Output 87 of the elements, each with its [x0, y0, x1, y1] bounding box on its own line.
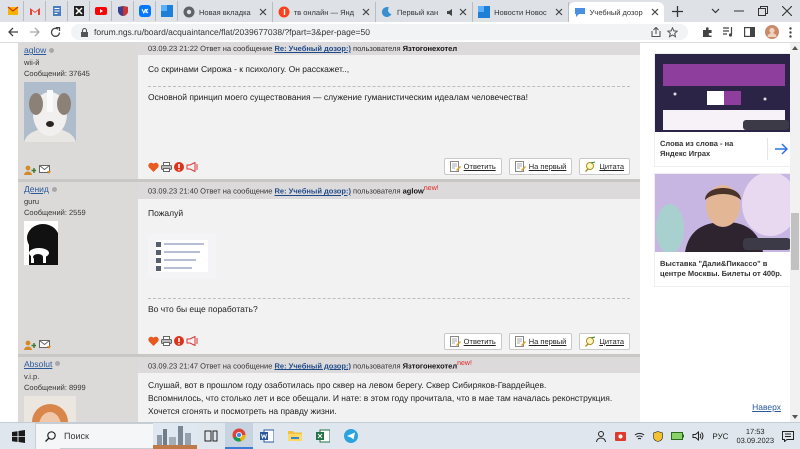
envelope-icon [6, 5, 18, 17]
circle-icon [278, 6, 290, 18]
close-icon[interactable] [362, 8, 370, 16]
notification-icon[interactable] [782, 430, 794, 442]
puzzle-icon[interactable] [702, 26, 713, 38]
speaker-icon[interactable] [692, 431, 704, 441]
browser-icon [183, 6, 195, 18]
document-icon [514, 336, 526, 346]
tile-icon [478, 6, 490, 18]
scrollbar-thumb[interactable] [791, 213, 799, 270]
envelope-icon [28, 5, 40, 17]
minimize-icon[interactable] [734, 10, 744, 12]
close-icon[interactable] [459, 8, 468, 16]
scrollbar[interactable] [790, 43, 800, 422]
close-icon[interactable] [554, 8, 563, 16]
language-indicator[interactable]: РУС [712, 432, 728, 440]
post-text: Пожалуй [148, 206, 184, 220]
back-to-top-link[interactable]: Наверх [752, 402, 781, 412]
tile-icon [138, 5, 150, 17]
star-icon[interactable] [667, 26, 678, 38]
megaphone-icon[interactable] [186, 162, 198, 172]
person-icon[interactable] [596, 430, 608, 442]
magnifier-icon [585, 161, 596, 172]
document-icon [450, 161, 461, 172]
plus-icon[interactable] [672, 6, 683, 17]
avatar-icon[interactable] [765, 25, 779, 39]
document-icon [514, 161, 526, 172]
wifi-icon[interactable] [634, 432, 646, 440]
tile-icon [160, 5, 172, 17]
battery-icon[interactable] [671, 432, 684, 440]
post-text: Со скринами Сирожа - к психологу. Он расскажет.., [148, 63, 350, 76]
magnifier-icon [585, 336, 596, 346]
close-icon[interactable] [650, 8, 659, 16]
alert-icon[interactable] [174, 162, 184, 172]
task-view-icon [204, 429, 218, 443]
mail-icon[interactable] [39, 165, 52, 175]
signature-text: Основной принцип моего существования — служение гуманистическим идеалам человечества! [148, 91, 529, 104]
alert-icon[interactable] [174, 336, 184, 346]
media-icon[interactable] [723, 27, 734, 37]
username-link[interactable]: Absolut [24, 358, 52, 368]
post-text: Слушай, вот в прошлом году озаботилась про сквер на левом берегу. Сквер Сибиряков-Гвардейцев. [148, 379, 548, 392]
chat-icon [574, 6, 586, 18]
back-icon[interactable] [8, 27, 19, 37]
search-field[interactable]: Поиск [60, 423, 153, 449]
document-icon [450, 336, 461, 346]
reload-icon[interactable] [50, 26, 61, 38]
share-icon[interactable] [651, 27, 661, 37]
address-field[interactable]: forum.ngs.ru/board/acquaintance/flat/2039677038/?fpart=3&per-page=50 [71, 24, 688, 40]
document-icon [50, 5, 62, 17]
play-icon [94, 5, 106, 17]
add-user-icon[interactable] [24, 165, 36, 175]
scroll-down-icon[interactable] [792, 415, 798, 419]
heart-icon[interactable] [148, 336, 159, 346]
heart-icon[interactable] [148, 162, 159, 172]
menu-icon[interactable] [789, 26, 792, 38]
post-text: Хочется сгонять и посмотреть на правду жизни. [148, 404, 338, 418]
sidebar-icon[interactable] [744, 27, 755, 37]
new-mark: new! [457, 360, 472, 366]
lock-icon[interactable] [81, 28, 88, 36]
username-link[interactable]: aglow [24, 45, 46, 55]
document-icon [260, 429, 274, 443]
username-link[interactable]: Денид [24, 184, 49, 194]
record-icon[interactable] [615, 432, 626, 440]
crescent-icon [381, 6, 393, 18]
chevron-icon[interactable] [711, 8, 720, 14]
browser-icon [232, 428, 246, 442]
signature-text: Во что бы еще поработать? [148, 302, 259, 316]
arrow-icon[interactable] [774, 143, 788, 155]
new-mark: new! [424, 185, 439, 192]
printer-icon[interactable] [161, 336, 172, 346]
printer-icon[interactable] [161, 162, 172, 172]
spreadsheet-icon [316, 429, 330, 443]
shield-icon [116, 5, 128, 17]
restore-icon[interactable] [758, 6, 768, 16]
folder-icon [288, 429, 302, 443]
paper-plane-icon [344, 429, 358, 443]
scroll-up-icon[interactable] [792, 46, 798, 50]
url-text[interactable]: forum.ngs.ru/board/acquaintance/flat/2039677038/?fpart=3&per-page=50 [94, 27, 370, 37]
close-icon[interactable] [782, 6, 792, 16]
megaphone-icon[interactable] [186, 336, 198, 346]
add-user-icon[interactable] [24, 340, 36, 350]
post-text: Вспомнилось, что столько лет и все обещали. И нате: в этом году прочитала, что в мае там началась реконструкция. [148, 392, 614, 404]
mail-icon[interactable] [39, 340, 52, 350]
windows-icon[interactable] [12, 430, 25, 442]
shield-icon[interactable] [653, 430, 664, 442]
close-icon[interactable] [258, 8, 267, 16]
cross-icon [72, 5, 84, 17]
